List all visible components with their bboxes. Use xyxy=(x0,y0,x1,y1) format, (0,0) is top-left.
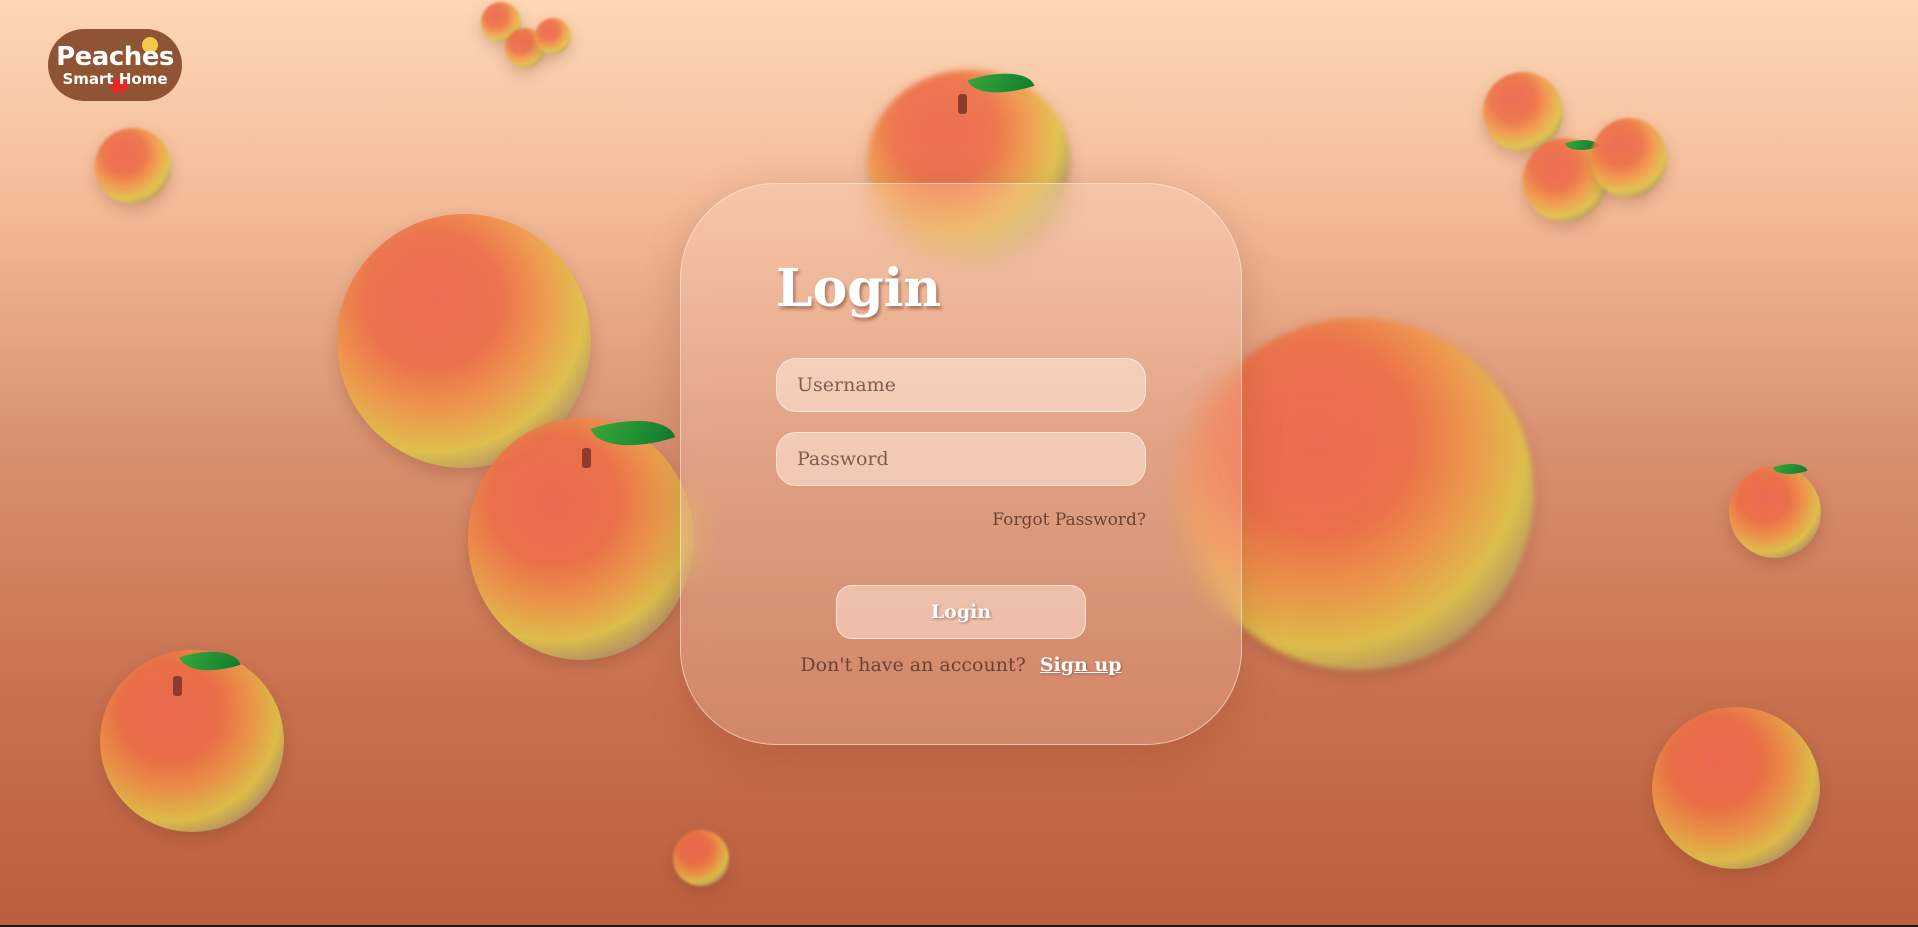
stem-decoration xyxy=(173,676,182,696)
stem-decoration xyxy=(958,94,967,114)
peach-decoration xyxy=(673,830,729,886)
signup-prompt: Don't have an account? xyxy=(800,654,1026,676)
login-page: Peaches Smart Home Login Forgot Password… xyxy=(0,0,1918,925)
peach-decoration xyxy=(1652,707,1820,869)
forgot-password-link[interactable]: Forgot Password? xyxy=(992,510,1146,530)
stem-decoration xyxy=(582,448,591,468)
peach-decoration xyxy=(535,18,571,54)
peaches-smart-home-logo[interactable]: Peaches Smart Home xyxy=(48,29,182,101)
peach-decoration xyxy=(100,650,284,832)
username-input[interactable] xyxy=(776,358,1146,412)
login-button[interactable]: Login xyxy=(836,585,1086,639)
peach-decoration xyxy=(1729,466,1821,558)
logo-subtitle: Smart Home xyxy=(62,69,168,88)
login-title: Login xyxy=(776,258,942,319)
password-input[interactable] xyxy=(776,432,1146,486)
logo-title: Peaches xyxy=(56,41,174,72)
signup-row: Don't have an account? Sign up xyxy=(681,654,1241,676)
peach-decoration xyxy=(468,418,694,660)
login-card: Login Forgot Password? Login Don't have … xyxy=(680,183,1242,745)
peach-decoration xyxy=(1591,118,1667,198)
signup-link[interactable]: Sign up xyxy=(1040,654,1122,676)
peach-decoration xyxy=(95,128,171,204)
